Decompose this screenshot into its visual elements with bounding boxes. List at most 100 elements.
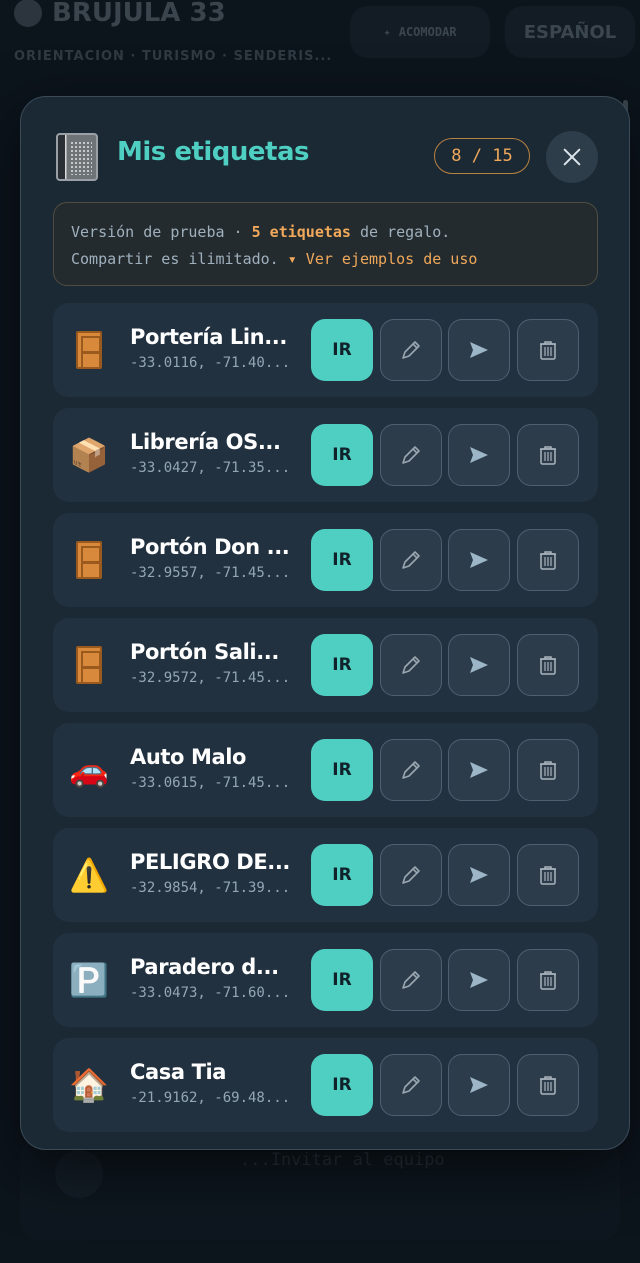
share-button[interactable] <box>448 949 510 1011</box>
label-emoji <box>67 643 111 687</box>
trash-icon <box>540 551 556 570</box>
delete-button[interactable] <box>517 634 579 696</box>
modal-title: Mis etiquetas <box>117 137 310 167</box>
compass-icon <box>14 0 42 27</box>
trash-icon <box>540 971 556 990</box>
edit-button[interactable] <box>380 949 442 1011</box>
label-name: Casa Tia <box>130 1060 227 1084</box>
label-emoji <box>67 538 111 582</box>
labels-counter: 8 / 15 <box>434 138 530 174</box>
label-name: Portón Sali... <box>130 640 279 664</box>
delete-button[interactable] <box>517 949 579 1011</box>
label-coords: -33.0473, -71.60... <box>130 985 291 1001</box>
go-button[interactable]: IR <box>311 844 373 906</box>
delete-button[interactable] <box>517 739 579 801</box>
share-button[interactable] <box>448 739 510 801</box>
labels-list: Portería Lin... -33.0116, -71.40... IR 📦… <box>53 303 598 1143</box>
notice-line-1: Versión de prueba · 5 etiquetas de regal… <box>71 219 580 246</box>
label-name: Portón Don ... <box>130 535 290 559</box>
edit-button[interactable] <box>380 319 442 381</box>
edit-button[interactable] <box>380 424 442 486</box>
trash-icon <box>540 446 556 465</box>
label-row: Portón Sali... -32.9572, -71.45... IR <box>53 618 598 712</box>
go-button[interactable]: IR <box>311 634 373 696</box>
label-row: Portón Don ... -32.9557, -71.45... IR <box>53 513 598 607</box>
edit-button[interactable] <box>380 634 442 696</box>
send-icon <box>470 1077 488 1093</box>
label-emoji: 🚗 <box>69 751 109 789</box>
go-button[interactable]: IR <box>311 1054 373 1116</box>
notice-text: Versión de prueba · <box>71 223 252 241</box>
go-button[interactable]: IR <box>311 529 373 591</box>
app-logo: BRUJULA 33 <box>14 0 226 28</box>
send-icon <box>470 762 488 778</box>
arrange-label: ACOMODAR <box>398 25 457 39</box>
app-title: BRUJULA 33 <box>52 0 226 28</box>
notice-share-text: Compartir es ilimitado. <box>71 250 279 268</box>
label-name: Paradero d... <box>130 955 279 979</box>
notice-line-2: Compartir es ilimitado. ▾ Ver ejemplos d… <box>71 246 580 273</box>
pencil-icon <box>402 551 420 569</box>
app-subtitle: ORIENTACION · TURISMO · SENDERIS... <box>14 49 333 64</box>
pencil-icon <box>402 341 420 359</box>
delete-button[interactable] <box>517 529 579 591</box>
send-icon <box>470 342 488 358</box>
bottom-text: ...Invitar al equipo <box>240 1150 445 1170</box>
share-button[interactable] <box>448 634 510 696</box>
go-button[interactable]: IR <box>311 319 373 381</box>
label-emoji <box>67 328 111 372</box>
go-button[interactable]: IR <box>311 739 373 801</box>
modal-header: Mis etiquetas 8 / 15 <box>21 97 629 201</box>
send-icon <box>470 972 488 988</box>
label-coords: -32.9854, -71.39... <box>130 880 291 896</box>
label-coords: -32.9572, -71.45... <box>130 670 291 686</box>
share-button[interactable] <box>448 424 510 486</box>
label-emoji: ⚠️ <box>69 856 109 894</box>
pencil-icon <box>402 866 420 884</box>
label-emoji: 📦 <box>69 436 109 474</box>
language-label: ESPAÑOL <box>523 21 617 43</box>
send-icon <box>470 447 488 463</box>
label-coords: -32.9557, -71.45... <box>130 565 291 581</box>
delete-button[interactable] <box>517 424 579 486</box>
trash-icon <box>540 761 556 780</box>
close-icon <box>563 148 581 166</box>
edit-button[interactable] <box>380 529 442 591</box>
trial-notice: Versión de prueba · 5 etiquetas de regal… <box>53 202 598 286</box>
share-button[interactable] <box>448 319 510 381</box>
label-name: Portería Lin... <box>130 325 287 349</box>
label-coords: -33.0427, -71.35... <box>130 460 291 476</box>
examples-link[interactable]: ▾ Ver ejemplos de uso <box>288 250 478 268</box>
notebook-icon <box>56 133 98 181</box>
label-emoji: 🅿️ <box>69 961 109 999</box>
delete-button[interactable] <box>517 1054 579 1116</box>
share-button[interactable] <box>448 529 510 591</box>
edit-button[interactable] <box>380 739 442 801</box>
trash-icon <box>540 866 556 885</box>
label-row: ⚠️ PELIGRO DE... -32.9854, -71.39... IR <box>53 828 598 922</box>
trash-icon <box>540 341 556 360</box>
door-icon <box>76 331 102 369</box>
label-name: Auto Malo <box>130 745 247 769</box>
pencil-icon <box>402 1076 420 1094</box>
label-coords: -21.9162, -69.48... <box>130 1090 291 1106</box>
share-button[interactable] <box>448 1054 510 1116</box>
label-row: Portería Lin... -33.0116, -71.40... IR <box>53 303 598 397</box>
send-icon <box>470 867 488 883</box>
pencil-icon <box>402 656 420 674</box>
trash-icon <box>540 1076 556 1095</box>
label-row: 🏠 Casa Tia -21.9162, -69.48... IR <box>53 1038 598 1132</box>
close-button[interactable] <box>546 131 598 183</box>
pencil-icon <box>402 971 420 989</box>
edit-button[interactable] <box>380 844 442 906</box>
delete-button[interactable] <box>517 844 579 906</box>
pencil-icon <box>402 761 420 779</box>
go-button[interactable]: IR <box>311 949 373 1011</box>
label-coords: -33.0615, -71.45... <box>130 775 291 791</box>
share-button[interactable] <box>448 844 510 906</box>
go-button[interactable]: IR <box>311 424 373 486</box>
delete-button[interactable] <box>517 319 579 381</box>
label-name: Librería OS... <box>130 430 281 454</box>
label-row: 🅿️ Paradero d... -33.0473, -71.60... IR <box>53 933 598 1027</box>
edit-button[interactable] <box>380 1054 442 1116</box>
